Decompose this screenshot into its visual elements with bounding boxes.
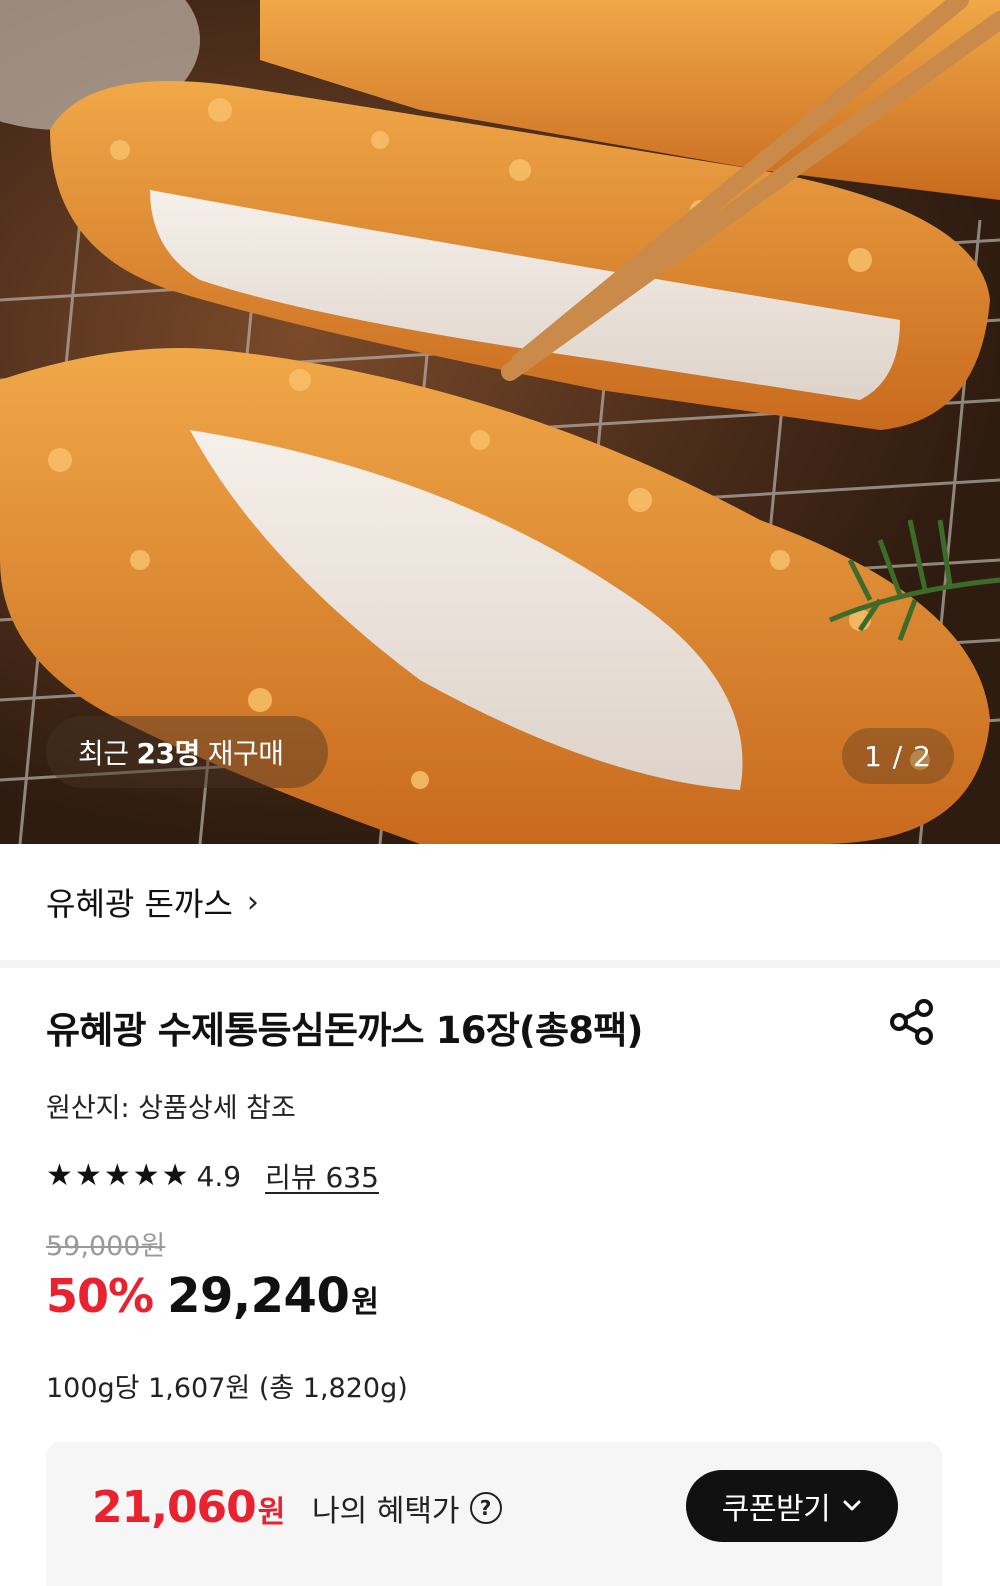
benefit-price: 21,060 원	[92, 1482, 285, 1533]
repurchase-prefix: 최근	[78, 737, 129, 770]
star-icon: ★	[103, 1158, 131, 1193]
benefit-price-currency: 원	[257, 1495, 286, 1530]
share-icon	[890, 999, 933, 1045]
product-image[interactable]: 최근 23명 재구매 1 / 2	[0, 0, 1000, 844]
section-divider	[0, 960, 1000, 968]
rating-row: ★ ★ ★ ★ ★ 4.9 리뷰 635	[46, 1154, 379, 1198]
coupon-button-label: 쿠폰받기	[721, 1492, 831, 1527]
repurchase-count: 23명	[136, 737, 201, 770]
star-icon: ★	[46, 1158, 73, 1193]
help-icon[interactable]: ?	[469, 1492, 502, 1524]
coupon-button[interactable]: 쿠폰받기	[686, 1470, 898, 1542]
star-icon: ★	[132, 1158, 160, 1193]
discount-rate: 50%	[46, 1269, 154, 1323]
rating-score: 4.9	[196, 1159, 242, 1193]
benefit-label: 나의 혜택가 ?	[312, 1486, 502, 1530]
brand-link[interactable]: 유혜광 돈까스 ›	[0, 844, 1000, 960]
star-icon: ★	[161, 1158, 189, 1193]
review-link[interactable]: 리뷰 635	[265, 1156, 379, 1196]
chevron-right-icon: ›	[246, 884, 259, 920]
benefit-panel: 21,060 원 나의 혜택가 ? 쿠폰받기	[46, 1442, 942, 1586]
repurchase-badge: 최근 23명 재구매	[46, 716, 328, 788]
star-icon: ★	[74, 1158, 102, 1193]
origin-info: 원산지: 상품상세 참조	[46, 1093, 296, 1124]
benefit-label-text: 나의 혜택가	[312, 1494, 460, 1529]
original-price: 59,000원	[46, 1231, 166, 1262]
image-counter: 1 / 2	[842, 728, 954, 784]
sale-price-currency: 원	[351, 1285, 379, 1320]
unit-price: 100g당 1,607원 (총 1,820g)	[46, 1373, 408, 1404]
brand-name: 유혜광 돈까스	[46, 885, 233, 923]
benefit-price-amount: 21,060	[92, 1482, 257, 1533]
product-page: 최근 23명 재구매 1 / 2 유혜광 돈까스 › 유혜광 수제통등심돈까스 …	[0, 0, 1000, 1586]
sale-price: 29,240	[167, 1268, 350, 1324]
price-row: 50% 29,240 원	[46, 1268, 379, 1332]
product-title: 유혜광 수제통등심돈까스 16장(총8팩)	[46, 1009, 643, 1052]
share-button[interactable]	[884, 994, 940, 1050]
star-rating: ★ ★ ★ ★ ★	[46, 1161, 189, 1191]
chevron-down-icon	[843, 1500, 861, 1511]
repurchase-suffix: 재구매	[207, 737, 284, 770]
